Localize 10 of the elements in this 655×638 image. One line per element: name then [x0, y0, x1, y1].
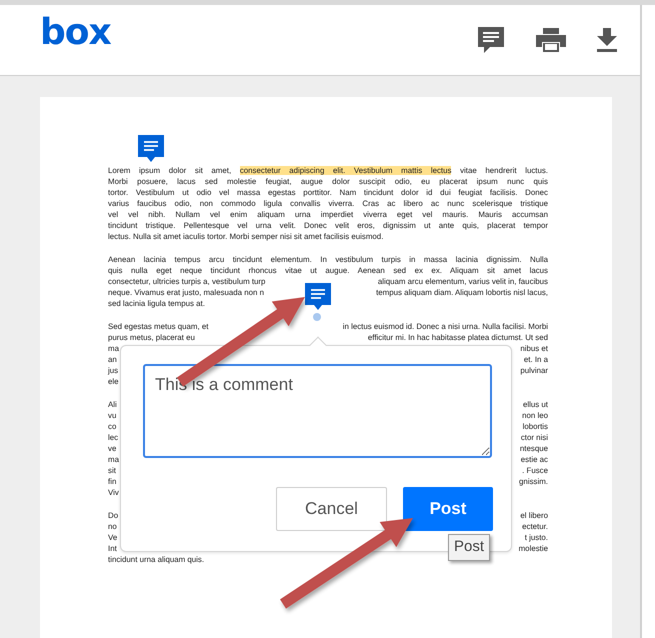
comment-icon[interactable]	[476, 25, 506, 55]
comment-pin-icon[interactable]	[303, 282, 333, 312]
comment-pin-icon[interactable]	[136, 134, 166, 164]
print-icon[interactable]	[536, 28, 566, 52]
logo: box	[40, 15, 111, 51]
post-button[interactable]: Post	[403, 487, 493, 531]
cancel-button[interactable]: Cancel	[276, 487, 387, 531]
anchor-dot	[313, 313, 321, 321]
download-icon[interactable]	[596, 28, 618, 52]
tooltip: Post	[448, 534, 490, 560]
